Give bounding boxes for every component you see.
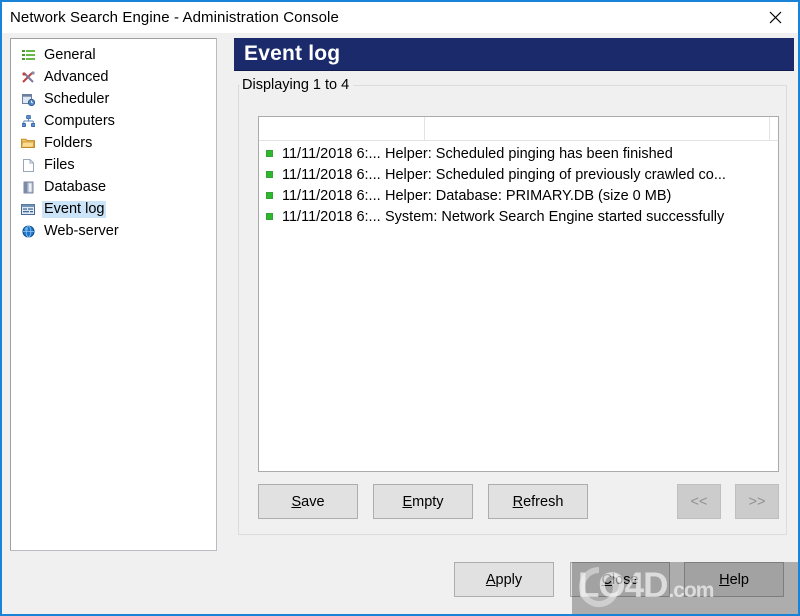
main-content: Event log Displaying 1 to 4 11/11/2018 6… [234,38,794,550]
close-rest: lose [611,571,639,588]
refresh-rest: efresh [523,493,564,510]
table-row[interactable]: 11/11/2018 6:... Helper: Scheduled pingi… [259,143,778,164]
globe-icon [20,223,36,239]
empty-rest: mpty [412,493,444,510]
window-title: Network Search Engine - Administration C… [10,9,339,26]
sidebar-item-label: Files [44,156,75,173]
dialog-button-bar: Apply Close Help [2,562,798,602]
page-header: Event log [234,38,794,71]
row-timestamp: 11/11/2018 6:... [282,145,381,162]
save-button[interactable]: Save [258,484,358,519]
sidebar-item-computers[interactable]: Computers [11,110,216,132]
sidebar-item-label: Scheduler [44,90,110,107]
row-message: Helper: Database: PRIMARY.DB (size 0 MB) [385,187,672,204]
calendar-clock-icon [20,91,36,107]
tools-icon [20,69,36,85]
status-ok-icon [266,213,273,220]
table-row[interactable]: 11/11/2018 6:... Helper: Scheduled pingi… [259,164,778,185]
help-button-label: Help [719,572,749,588]
row-message: Helper: Scheduled pinging of previously … [385,166,726,183]
sidebar-item-label: Web-server [44,222,119,239]
help-button[interactable]: Help [684,562,784,597]
close-mnemonic: C [601,571,612,588]
previous-page-label: << [690,493,708,510]
empty-button[interactable]: Empty [373,484,473,519]
row-timestamp: 11/11/2018 6:... [282,187,381,204]
sidebar-item-database[interactable]: Database [11,176,216,198]
sidebar-item-label: Event log [42,200,107,218]
row-timestamp: 11/11/2018 6:... [282,208,381,225]
row-timestamp: 11/11/2018 6:... [282,166,381,183]
close-button-label: Close [601,572,638,588]
sidebar-item-label: Database [44,178,107,195]
save-rest: ave [301,493,325,510]
application-window: Network Search Engine - Administration C… [0,0,800,616]
sidebar-item-event-log[interactable]: Event log [11,198,216,220]
event-log-icon [20,201,36,217]
folder-icon [20,135,36,151]
sidebar-item-label: Computers [44,112,115,129]
list-body: 11/11/2018 6:... Helper: Scheduled pingi… [259,141,778,227]
previous-page-button[interactable]: << [677,484,721,519]
sidebar-item-advanced[interactable]: Advanced [11,66,216,88]
status-ok-icon [266,171,273,178]
list-column-header[interactable] [259,117,778,141]
table-row[interactable]: 11/11/2018 6:... System: Network Search … [259,206,778,227]
help-rest: elp [729,571,749,588]
sidebar-item-label: General [44,46,96,63]
column-divider-message[interactable] [769,117,770,140]
sidebar-item-label: Advanced [44,68,109,85]
sidebar-item-general[interactable]: General [11,44,216,66]
displaying-count-label: Displaying 1 to 4 [240,77,354,93]
sidebar-item-label: Folders [44,134,93,151]
empty-button-label: Empty [402,494,443,510]
help-mnemonic: H [719,571,730,588]
next-page-button[interactable]: >> [735,484,779,519]
close-window-button[interactable] [752,2,798,33]
row-message: System: Network Search Engine started su… [385,208,725,225]
file-icon [20,157,36,173]
next-page-label: >> [748,493,766,510]
status-ok-icon [266,192,273,199]
refresh-button-label: Refresh [513,494,564,510]
refresh-mnemonic: R [512,493,524,510]
sidebar-item-folders[interactable]: Folders [11,132,216,154]
apply-mnemonic: A [485,571,496,588]
log-action-buttons: Save Empty Refresh << >> [258,484,783,520]
close-icon [769,11,782,24]
apply-button-label: Apply [486,572,522,588]
database-icon [20,179,36,195]
event-log-list[interactable]: 11/11/2018 6:... Helper: Scheduled pingi… [258,116,779,472]
close-button[interactable]: Close [570,562,670,597]
network-icon [20,113,36,129]
row-message: Helper: Scheduled pinging has been finis… [385,145,673,162]
sidebar-item-scheduler[interactable]: Scheduler [11,88,216,110]
apply-button[interactable]: Apply [454,562,554,597]
sidebar-item-web-server[interactable]: Web-server [11,220,216,242]
empty-mnemonic: E [402,493,413,510]
apply-rest: pply [495,571,523,588]
save-button-label: Save [291,494,324,510]
table-row[interactable]: 11/11/2018 6:... Helper: Database: PRIMA… [259,185,778,206]
save-mnemonic: S [291,493,302,510]
list-lines-icon [20,47,36,63]
refresh-button[interactable]: Refresh [488,484,588,519]
sidebar-nav[interactable]: General Advanced Scheduler Computers Fol… [10,38,217,551]
sidebar-item-files[interactable]: Files [11,154,216,176]
page-title: Event log [244,42,341,65]
column-divider-time[interactable] [424,117,425,140]
title-bar: Network Search Engine - Administration C… [2,2,798,33]
status-ok-icon [266,150,273,157]
